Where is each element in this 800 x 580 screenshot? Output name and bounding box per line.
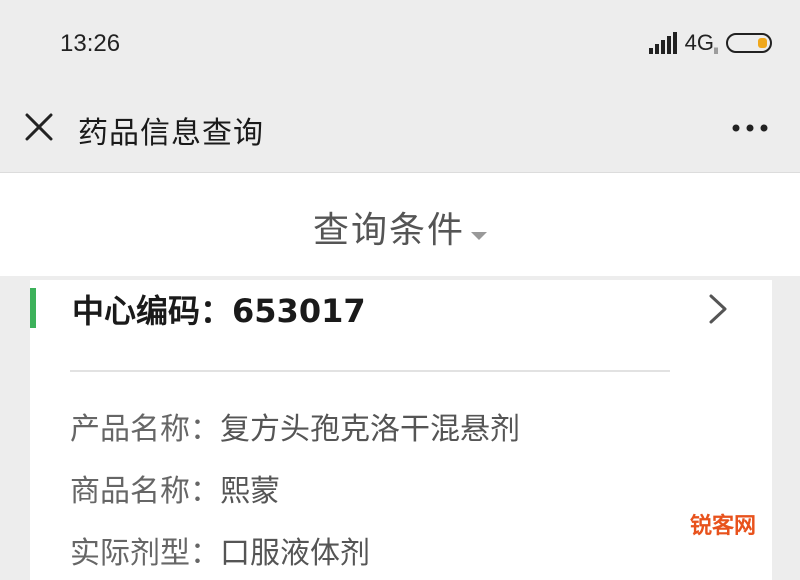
status-indicators: 4Gll [648, 30, 772, 56]
dosage-form-value: 口服液体剂 [220, 536, 370, 571]
dosage-form-label: 实际剂型： [70, 536, 220, 571]
signal-bars-icon [648, 32, 677, 54]
center-code-label: 中心编码： [72, 292, 233, 330]
accent-bar [30, 288, 36, 328]
dosage-form-row: 实际剂型：口服液体剂 [70, 528, 370, 572]
page-title: 药品信息查询 [78, 116, 264, 151]
center-code: 中心编码：653017 [72, 286, 366, 332]
more-icon[interactable] [730, 112, 770, 142]
watermark-logo: 锐客网 [689, 514, 756, 539]
trade-name-row: 商品名称：熙蒙 [70, 466, 280, 510]
card-divider [70, 370, 670, 372]
status-bar: 13:26 4Gll [0, 0, 800, 90]
network-type-label: 4G [684, 30, 714, 55]
chevron-right-icon[interactable] [706, 292, 730, 326]
close-icon[interactable] [24, 112, 54, 142]
product-name-value: 复方头孢克洛干混悬剂 [220, 412, 520, 447]
query-conditions-label: 查询条件 [312, 210, 465, 251]
network-type-sub: ll [714, 46, 718, 56]
battery-icon [726, 33, 772, 53]
trade-name-label: 商品名称： [70, 474, 220, 509]
network-type: 4Gll [685, 30, 718, 56]
query-conditions-toggle[interactable]: 查询条件 [0, 201, 800, 253]
caret-down-icon [471, 231, 487, 240]
trade-name-value: 熙蒙 [220, 474, 280, 509]
status-time: 13:26 [60, 30, 121, 57]
product-name-row: 产品名称：复方头孢克洛干混悬剂 [70, 404, 520, 448]
center-code-value: 653017 [232, 292, 366, 330]
product-name-label: 产品名称： [70, 412, 220, 447]
filter-bar: 查询条件 [0, 172, 800, 276]
